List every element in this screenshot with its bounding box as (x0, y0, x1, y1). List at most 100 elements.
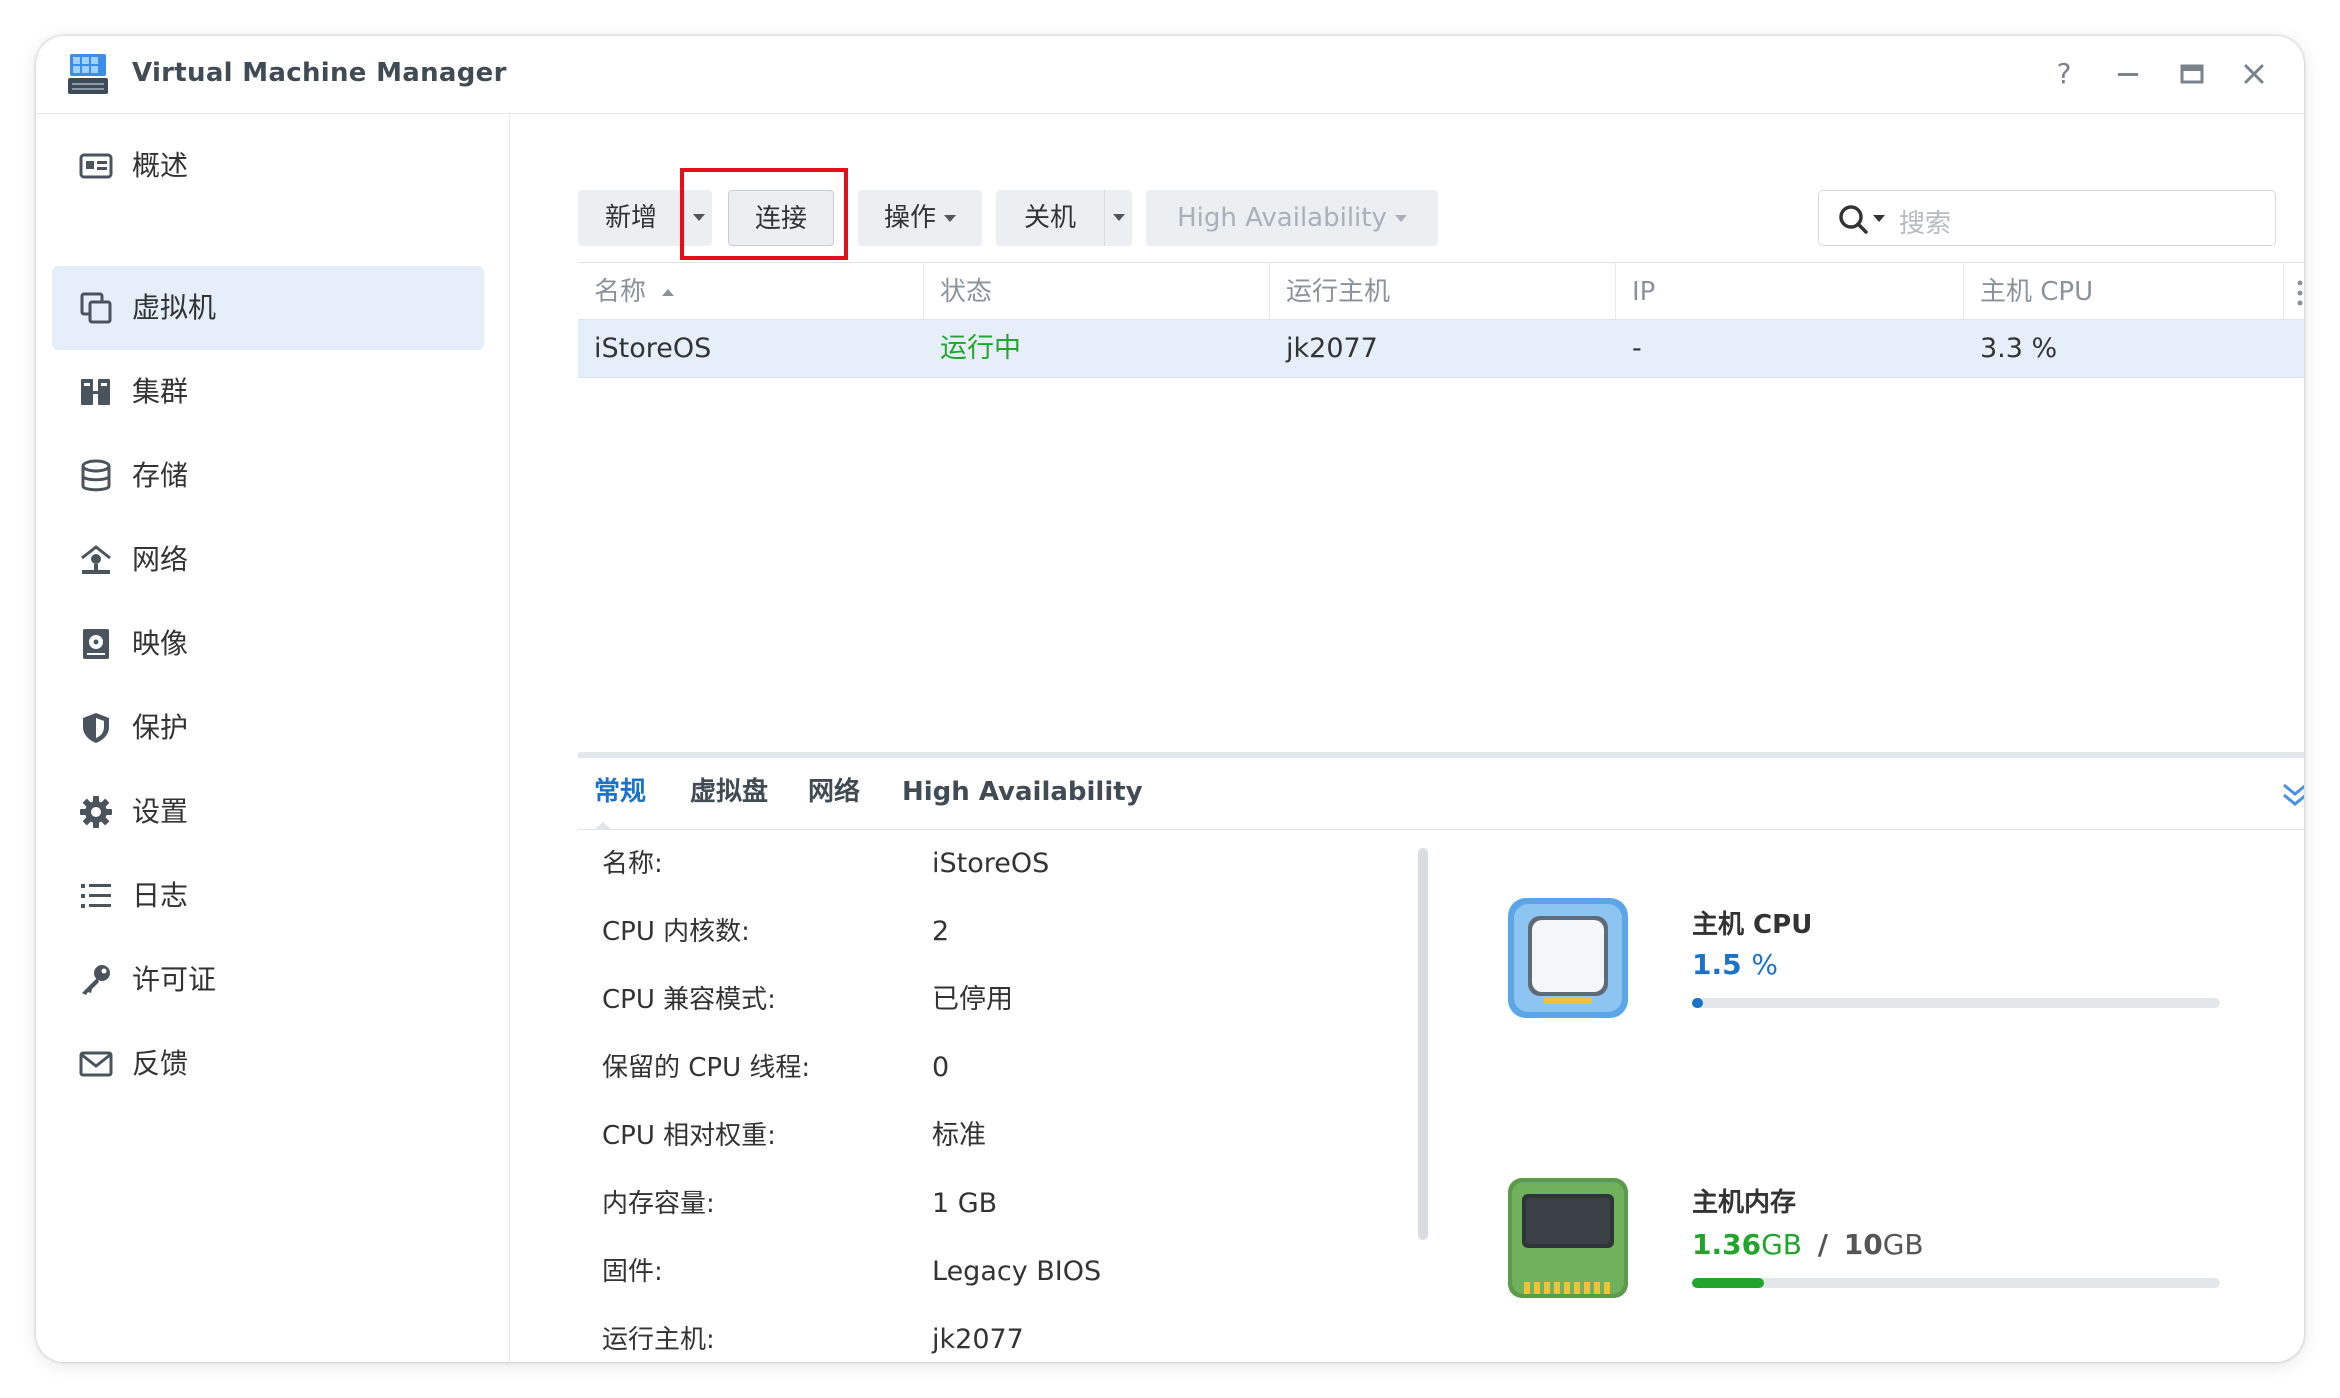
sidebar-item-label: 反馈 (132, 1047, 189, 1080)
overview-icon (79, 153, 113, 179)
log-list-icon (81, 884, 111, 908)
image-icon (83, 629, 109, 659)
minimize-icon[interactable] (2110, 56, 2146, 92)
search-input[interactable]: 搜索 (1899, 203, 1951, 240)
sidebar-item-label: 许可证 (132, 963, 217, 996)
column-header-name[interactable]: 名称 (578, 263, 924, 321)
property-row: CPU 内核数: 2 (602, 912, 1402, 952)
property-label: 运行主机: (602, 1325, 715, 1355)
sidebar-item-label: 概述 (132, 149, 189, 182)
sidebar-item-label: 设置 (132, 795, 189, 828)
property-label: 内存容量: (602, 1189, 715, 1219)
cluster-icon (81, 379, 110, 405)
column-header-host[interactable]: 运行主机 (1270, 263, 1616, 321)
sort-ascending-icon (662, 289, 675, 296)
property-value: Legacy BIOS (932, 1256, 1102, 1287)
sidebar-item-label: 日志 (132, 879, 189, 912)
create-button[interactable]: 新增 (578, 190, 684, 246)
property-label: CPU 内核数: (602, 917, 750, 947)
help-icon[interactable]: ? (2046, 56, 2082, 92)
host-memory-bar (1692, 1278, 2220, 1288)
column-options-icon[interactable] (2284, 263, 2304, 321)
column-header-status[interactable]: 状态 (924, 263, 1270, 321)
memory-used-unit: GB (1761, 1228, 1802, 1261)
action-dropdown-button[interactable]: 操作 (858, 190, 982, 246)
tab-general[interactable]: 常规 (594, 774, 646, 810)
sidebar-item-settings[interactable]: 设置 (52, 770, 484, 854)
sidebar-item-label: 网络 (132, 543, 189, 576)
property-label: 固件: (602, 1257, 663, 1287)
tab-high-availability[interactable]: High Availability (902, 774, 1143, 810)
tab-virtual-disk[interactable]: 虚拟盘 (690, 774, 768, 810)
sidebar-item-label: 虚拟机 (132, 291, 217, 324)
sidebar-item-virtual-machine[interactable]: 虚拟机 (52, 266, 484, 350)
property-label: 名称: (602, 849, 663, 879)
key-icon (82, 965, 110, 995)
property-value: 已停用 (932, 984, 1013, 1015)
sidebar-item-feedback[interactable]: 反馈 (52, 1022, 484, 1106)
highlight-annotation (680, 168, 848, 260)
host-cpu-unit: % (1751, 948, 1778, 981)
action-label: 操作 (883, 203, 936, 233)
sidebar-item-label: 存储 (132, 459, 189, 492)
sidebar: 概述 虚拟机 集群 存储 网络 映像 保护 设置 日志 许可证 反馈 (36, 114, 510, 1362)
storage-icon (81, 459, 111, 492)
property-label: CPU 相对权重: (602, 1121, 776, 1151)
sidebar-item-log[interactable]: 日志 (52, 854, 484, 938)
high-availability-button[interactable]: High Availability (1146, 190, 1438, 246)
sidebar-item-storage[interactable]: 存储 (52, 434, 484, 518)
column-header-ip[interactable]: IP (1616, 263, 1964, 321)
property-row: 固件: Legacy BIOS (602, 1252, 1402, 1292)
mail-icon (79, 1051, 113, 1077)
close-icon[interactable] (2236, 56, 2272, 92)
collapse-panel-icon[interactable] (2280, 780, 2304, 810)
memory-chip-icon (1508, 1178, 1628, 1298)
window-title: Virtual Machine Manager (132, 58, 507, 88)
sidebar-item-label: 映像 (132, 627, 189, 660)
table-row[interactable]: iStoreOS 运行中 jk2077 - 3.3 % (578, 320, 2304, 378)
tab-network[interactable]: 网络 (808, 774, 860, 810)
main-panel: 新增 连接 操作 关机 High Availability 搜索 名称 状态 运… (510, 114, 2304, 1362)
sidebar-item-cluster[interactable]: 集群 (52, 350, 484, 434)
vm-host-cell: jk2077 (1286, 333, 1378, 364)
sidebar-item-network[interactable]: 网络 (52, 518, 484, 602)
shutdown-button[interactable]: 关机 (996, 190, 1104, 246)
vm-name-cell: iStoreOS (594, 333, 712, 364)
property-value: 0 (932, 1052, 950, 1083)
sidebar-item-overview[interactable]: 概述 (52, 124, 484, 208)
active-tab-indicator (594, 822, 612, 830)
host-cpu-bar (1692, 998, 2220, 1008)
search-icon (1839, 205, 1868, 234)
memory-total: 10 (1843, 1228, 1883, 1261)
shutdown-dropdown-toggle[interactable] (1104, 190, 1132, 246)
table-header: 名称 状态 运行主机 IP 主机 CPU (578, 262, 2304, 321)
shield-icon (83, 713, 109, 743)
memory-total-unit: GB (1882, 1228, 1924, 1261)
sidebar-item-image[interactable]: 映像 (52, 602, 484, 686)
property-row: 运行主机: jk2077 (602, 1320, 1402, 1360)
sidebar-item-label: 保护 (132, 711, 189, 744)
vm-ip-cell: - (1632, 333, 1642, 364)
vm-status-cell: 运行中 (940, 333, 1021, 364)
host-memory-title: 主机内存 (1692, 1188, 1797, 1218)
sidebar-item-license[interactable]: 许可证 (52, 938, 484, 1022)
host-cpu-number: 1.5 (1692, 948, 1742, 981)
maximize-icon[interactable] (2174, 56, 2210, 92)
chevron-down-icon (1113, 214, 1125, 221)
property-row: CPU 相对权重: 标准 (602, 1116, 1402, 1156)
host-memory-value: 1.36GB / 10GB (1692, 1228, 1924, 1261)
host-cpu-value: 1.5 % (1692, 948, 1778, 981)
properties-scrollbar[interactable] (1418, 848, 1428, 1240)
search-box[interactable]: 搜索 (1818, 190, 2276, 246)
vm-cpu-cell: 3.3 % (1980, 333, 2058, 364)
title-bar: Virtual Machine Manager ? (36, 36, 2304, 114)
host-cpu-title: 主机 CPU (1692, 910, 1813, 940)
property-row: CPU 兼容模式: 已停用 (602, 980, 1402, 1020)
high-availability-label: High Availability (1177, 203, 1387, 233)
column-header-label: 名称 (594, 277, 647, 307)
detail-tabs: 常规 虚拟盘 网络 High Availability (578, 758, 2304, 830)
column-header-host-cpu[interactable]: 主机 CPU (1964, 263, 2284, 321)
host-memory-bar-fill (1692, 1278, 1764, 1288)
sidebar-item-protection[interactable]: 保护 (52, 686, 484, 770)
chevron-down-icon (944, 215, 956, 222)
